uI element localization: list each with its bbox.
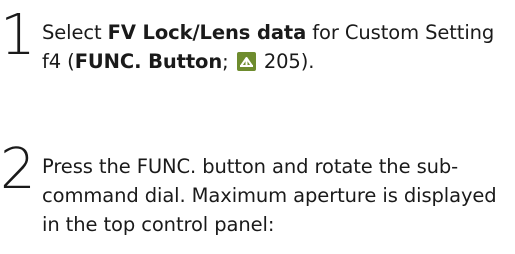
step-1-text: Select FV Lock/Lens data for Custom Sett… bbox=[42, 18, 512, 76]
step-1-text-part-1: Select bbox=[42, 21, 108, 44]
step-2-text: Press the FUNC. button and rotate the su… bbox=[42, 155, 497, 236]
page-reference-icon bbox=[236, 52, 256, 71]
step-1-text-part-3: ; bbox=[222, 50, 235, 73]
step-number-2: 2 bbox=[0, 137, 36, 202]
step-1-text-part-4: 205). bbox=[257, 50, 315, 73]
step-number-1: 1 bbox=[0, 3, 36, 68]
setting-name-func-button: FUNC. Button bbox=[74, 50, 223, 73]
setting-name-fv-lock: FV Lock/Lens data bbox=[107, 21, 307, 44]
